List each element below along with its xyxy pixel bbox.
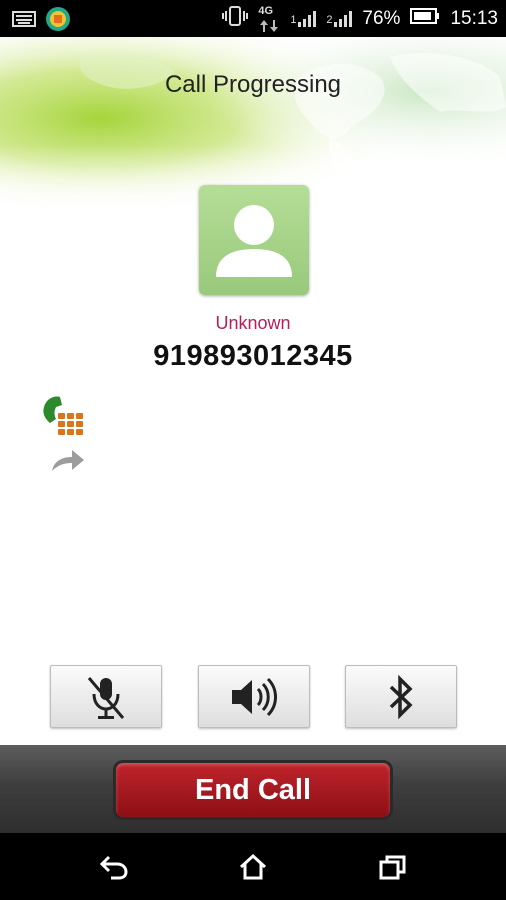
end-call-button[interactable]: End Call [113, 760, 393, 820]
side-actions [40, 395, 90, 475]
bluetooth-icon [389, 674, 413, 719]
back-icon[interactable] [94, 847, 134, 887]
contact-avatar [199, 185, 309, 295]
navigation-bar [0, 833, 506, 900]
forward-arrow-icon[interactable] [50, 447, 86, 478]
signal-sim2-icon: 2 [326, 9, 353, 29]
speaker-icon [232, 677, 277, 716]
home-icon[interactable] [233, 847, 273, 887]
keyboard-icon [12, 10, 36, 33]
signal-sim1-icon: 1 [290, 9, 317, 29]
call-status-title: Call Progressing [164, 71, 342, 98]
end-call-bar: End Call [0, 745, 506, 833]
recents-icon[interactable] [373, 847, 413, 887]
call-screen: Call Progressing Unknown 919893012345 [0, 37, 506, 745]
call-controls [0, 665, 506, 729]
vibrate-icon [222, 5, 249, 33]
status-bar: 4G 1 2 76% 15:13 [0, 0, 506, 37]
battery-icon [410, 7, 440, 30]
speaker-button[interactable] [198, 665, 310, 728]
network-4g-icon: 4G [258, 5, 280, 33]
mic-muted-icon [87, 676, 125, 719]
phone-number: 919893012345 [153, 340, 353, 372]
app-notification-icon [44, 6, 72, 37]
battery-percent: 76% [362, 7, 401, 29]
contact-name: Unknown [215, 313, 291, 333]
mute-button[interactable] [50, 665, 162, 728]
person-silhouette-icon [216, 205, 292, 277]
dialpad-call-icon[interactable] [40, 395, 90, 448]
bluetooth-button[interactable] [345, 665, 457, 728]
clock: 15:13 [450, 7, 498, 29]
